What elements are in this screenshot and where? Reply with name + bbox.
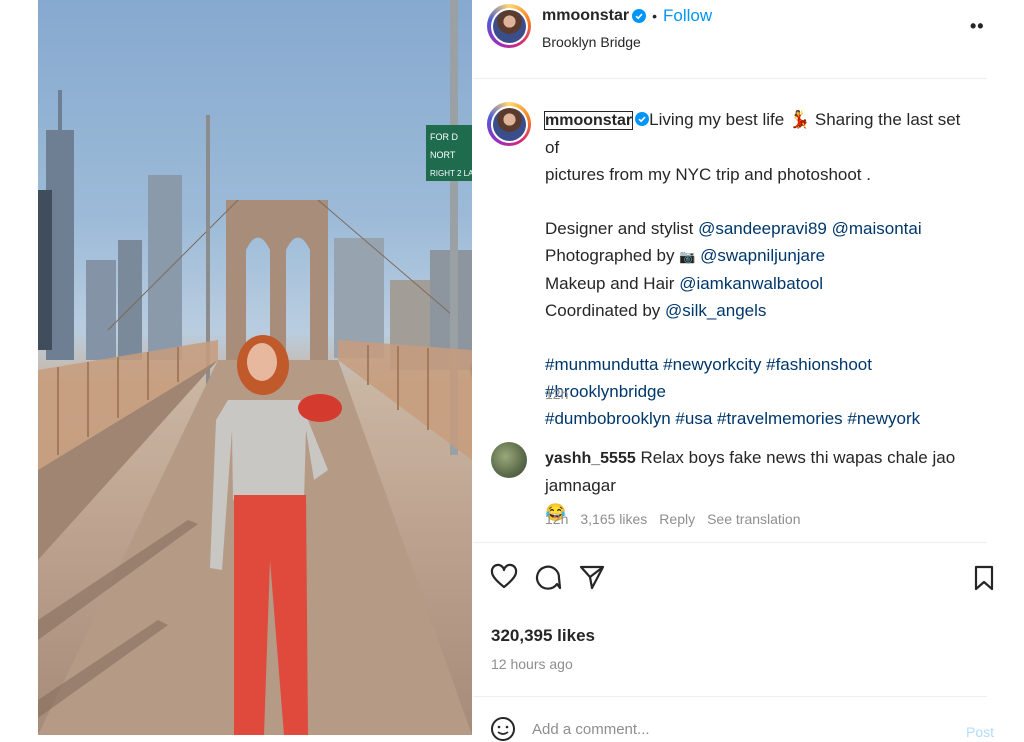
credit-makeup: Makeup and Hair @iamkanwalbatool xyxy=(545,270,965,297)
reply-button[interactable]: Reply xyxy=(659,511,695,527)
emoji-icon[interactable] xyxy=(490,716,516,742)
credit-coordinator: Coordinated by @silk_angels xyxy=(545,297,965,324)
verified-badge-icon xyxy=(632,9,647,23)
comment-timestamp[interactable]: 12h xyxy=(545,511,568,527)
caption-line-2: pictures from my NYC trip and photoshoot… xyxy=(545,165,871,184)
author-avatar[interactable] xyxy=(487,4,531,48)
sign-line-2: NORT xyxy=(430,150,456,160)
comment-meta: 12h 3,165 likes Reply See translation xyxy=(545,511,801,527)
post-actions xyxy=(490,563,606,591)
mention-link[interactable]: @iamkanwalbatool xyxy=(679,274,823,293)
likes-count[interactable]: 320,395 likes xyxy=(491,626,595,646)
post-photo[interactable]: FOR D NORT RIGHT 2 LA xyxy=(38,0,472,735)
comment-composer: Add a comment... xyxy=(490,716,650,742)
see-translation-button[interactable]: See translation xyxy=(707,511,800,527)
mention-link[interactable]: @silk_angels xyxy=(665,301,766,320)
caption-timestamp[interactable]: 12h xyxy=(545,386,568,402)
comments-divider xyxy=(473,542,987,543)
comment-icon[interactable] xyxy=(534,563,562,591)
caption-avatar[interactable] xyxy=(487,102,531,146)
post-timestamp[interactable]: 12 hours ago xyxy=(491,656,573,672)
credit-designer: Designer and stylist @sandeepravi89 @mai… xyxy=(545,215,965,242)
dancer-emoji: 💃 xyxy=(788,110,811,129)
credit-photographer: Photographed by 📷 @swapniljunjare xyxy=(545,242,965,270)
post-caption: mmoonstar Living my best life 💃 Sharing t… xyxy=(543,106,965,432)
composer-divider xyxy=(473,696,987,697)
mention-link[interactable]: @maisontai xyxy=(832,219,922,238)
caption-line-1: mmoonstar Living my best life 💃 Sharing t… xyxy=(543,106,965,161)
caption-spacer xyxy=(545,324,965,351)
caption-text: Living my best life xyxy=(649,110,789,129)
sign-line-3: RIGHT 2 LA xyxy=(430,169,472,178)
caption-spacer xyxy=(545,188,965,215)
commenter-avatar[interactable] xyxy=(491,442,527,478)
comment-likes[interactable]: 3,165 likes xyxy=(580,511,647,527)
mention-link[interactable]: @sandeepravi89 xyxy=(698,219,827,238)
camera-emoji: 📷 xyxy=(679,249,696,264)
credit-label: Photographed by xyxy=(545,246,680,265)
post-header: mmoonstar • Follow xyxy=(542,6,712,26)
commenter-username[interactable]: yashh_5555 xyxy=(545,450,636,467)
more-options-button[interactable]: •• xyxy=(970,16,985,37)
credit-label: Designer and stylist xyxy=(545,219,699,238)
credit-label: Coordinated by xyxy=(545,301,666,320)
verified-badge-icon xyxy=(635,112,650,126)
save-button[interactable] xyxy=(972,563,996,593)
caption-username[interactable]: mmoonstar xyxy=(543,111,634,130)
credit-label: Makeup and Hair xyxy=(545,274,680,293)
share-icon[interactable] xyxy=(578,563,606,591)
location-link[interactable]: Brooklyn Bridge xyxy=(542,34,641,50)
hashtags-line-1[interactable]: #munmundutta #newyorkcity #fashionshoot … xyxy=(545,351,965,405)
hashtags-line-2[interactable]: #dumbobrooklyn #usa #travelmemories #new… xyxy=(545,405,965,432)
header-divider xyxy=(473,78,987,79)
separator-dot: • xyxy=(652,8,658,24)
mention-link[interactable]: @swapniljunjare xyxy=(700,246,825,265)
author-username[interactable]: mmoonstar xyxy=(542,7,629,25)
sign-line-1: FOR D xyxy=(430,132,458,142)
post-comment-button[interactable]: Post xyxy=(966,724,994,740)
photo-scene: FOR D NORT RIGHT 2 LA xyxy=(38,0,472,735)
follow-button[interactable]: Follow xyxy=(663,6,712,26)
bookmark-icon xyxy=(974,565,994,591)
heart-icon[interactable] xyxy=(490,563,518,591)
